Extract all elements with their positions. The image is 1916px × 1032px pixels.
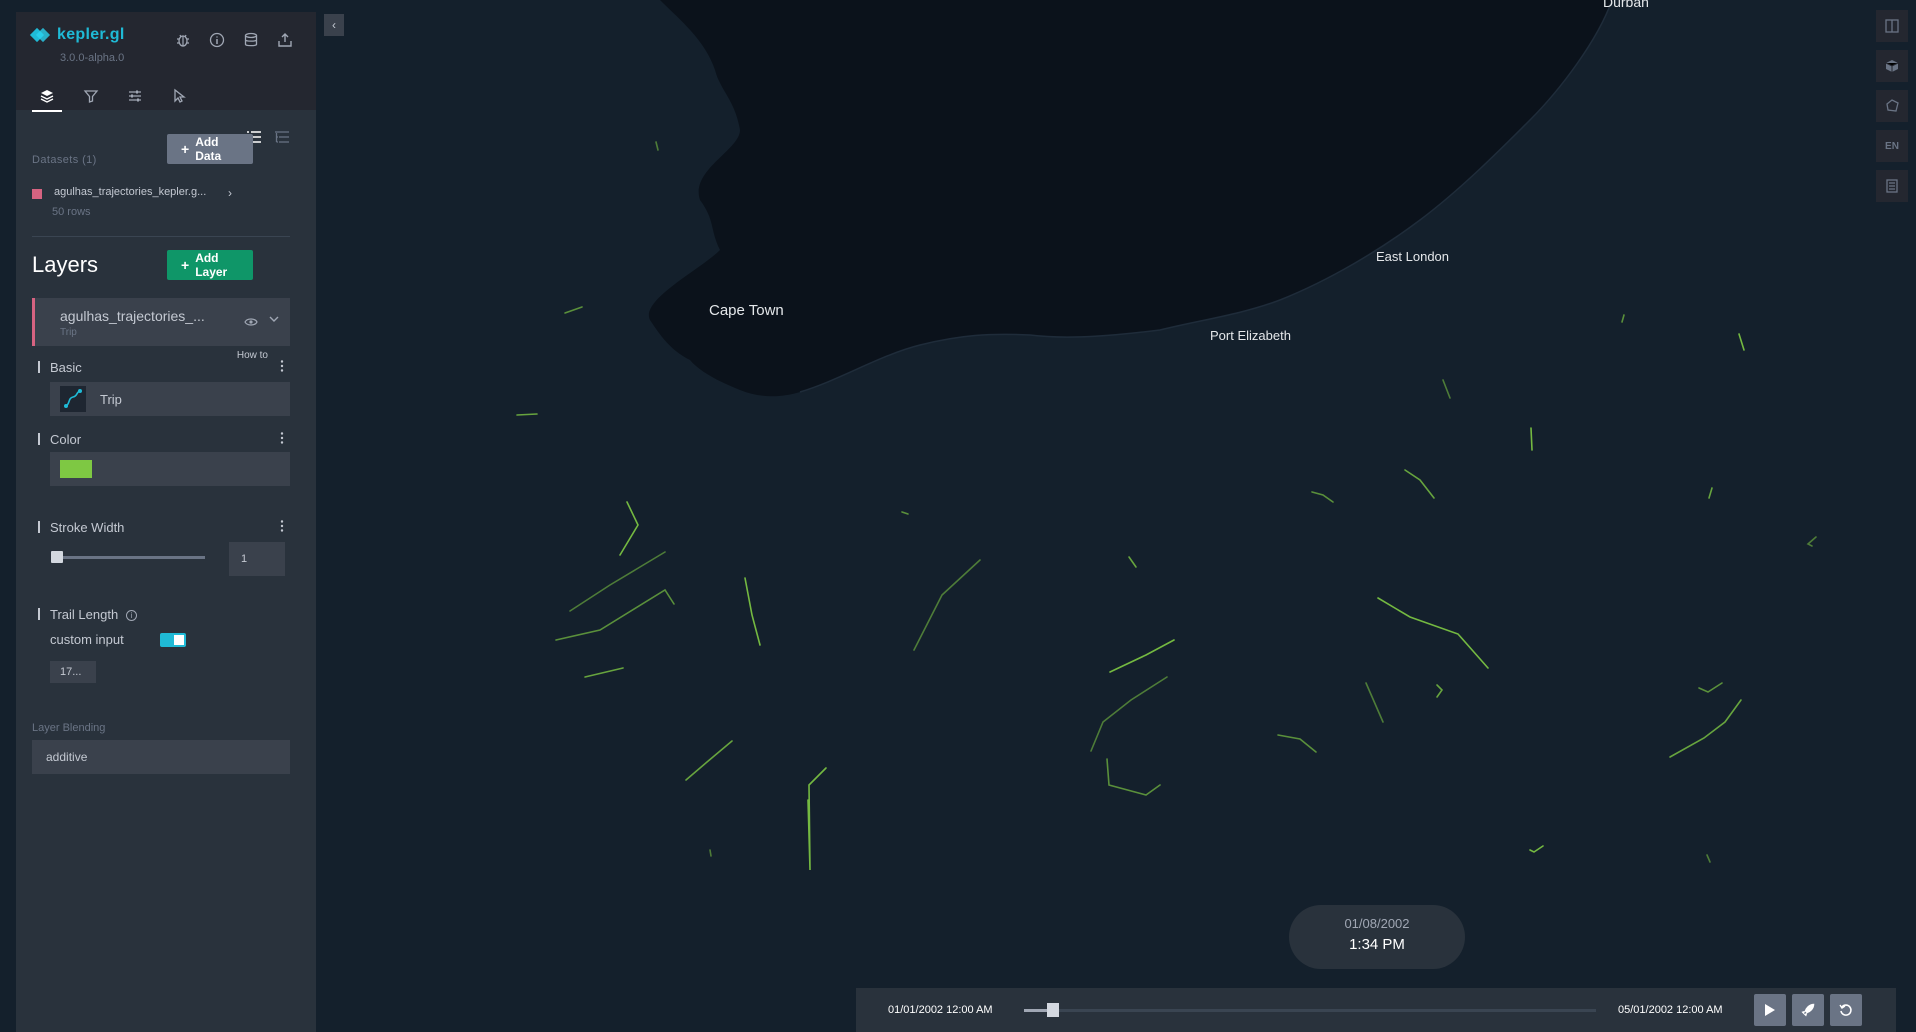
reset-button[interactable]	[1830, 994, 1862, 1026]
color-picker[interactable]	[50, 452, 290, 486]
dataset-row-count: 50 rows	[52, 206, 91, 218]
plus-icon: +	[181, 141, 190, 157]
trip-layer-icon	[60, 386, 86, 412]
stroke-width-title: Stroke Width	[38, 520, 124, 535]
stroke-width-input[interactable]: 1	[229, 542, 285, 576]
stroke-width-slider[interactable]: 1	[32, 542, 290, 576]
timeline-track[interactable]	[1024, 1009, 1596, 1012]
chevron-right-icon[interactable]: ›	[228, 186, 232, 200]
3d-view-icon	[1885, 60, 1899, 72]
city-label-cape-town: Cape Town	[709, 302, 784, 319]
add-data-label: Add Data	[195, 135, 222, 163]
chevron-left-icon: ‹	[332, 18, 336, 32]
chevron-down-icon[interactable]	[268, 312, 280, 330]
collapse-panel-button[interactable]: ‹	[324, 14, 344, 36]
layer-blending-label: Layer Blending	[32, 722, 106, 734]
trajectory-path	[709, 849, 712, 857]
draw-polygon-button[interactable]	[1876, 90, 1908, 122]
speed-button[interactable]	[1792, 994, 1824, 1026]
dataset-name: agulhas_trajectories_kepler.g...	[54, 186, 207, 198]
slider-handle[interactable]	[51, 551, 63, 563]
datasets-label: Datasets (1)	[32, 154, 97, 166]
app-name: kepler.gl	[57, 26, 125, 43]
plus-icon: +	[181, 257, 190, 273]
current-date: 01/08/2002	[1344, 916, 1410, 931]
slider-track	[52, 556, 205, 559]
city-label-east-london: East London	[1376, 249, 1450, 264]
timeline-handle[interactable]	[1046, 1003, 1059, 1017]
how-to-link[interactable]: How to	[237, 350, 268, 361]
cursor-icon	[174, 88, 186, 103]
database-icon[interactable]	[240, 29, 262, 51]
kepler-logo-icon	[29, 27, 51, 43]
header-actions	[172, 29, 296, 51]
panel-tabs	[32, 82, 194, 112]
timeline-end: 05/01/2002 12:00 AM	[1618, 1004, 1723, 1016]
play-button[interactable]	[1754, 994, 1786, 1026]
custom-input-label: custom input	[50, 632, 124, 647]
app-version: 3.0.0-alpha.0	[60, 52, 125, 64]
tab-interactions[interactable]	[120, 82, 150, 110]
tab-filters[interactable]	[76, 82, 106, 110]
info-icon[interactable]	[206, 29, 228, 51]
more-vertical-icon[interactable]	[280, 359, 284, 377]
layer-name[interactable]: agulhas_trajectories_...	[60, 308, 210, 324]
add-layer-button[interactable]: + Add Layer	[167, 250, 253, 280]
layer-type: Trip	[60, 327, 77, 338]
panel-header: kepler.gl 3.0.0-alpha.0	[16, 12, 316, 112]
layers-title: Layers	[32, 252, 99, 277]
locale-button[interactable]: EN	[1876, 130, 1908, 162]
sliders-icon	[129, 90, 141, 102]
color-title: Color	[38, 432, 81, 447]
trail-length-title: Trail Length i	[38, 607, 138, 622]
share-icon[interactable]	[274, 29, 296, 51]
trail-length-label: Trail Length	[50, 607, 119, 622]
legend-button[interactable]	[1876, 170, 1908, 202]
trajectory-path	[1530, 427, 1533, 451]
legend-icon	[1886, 179, 1898, 193]
basic-title: Basic	[38, 360, 82, 375]
city-label-port-elizabeth: Port Elizabeth	[1210, 328, 1291, 343]
info-icon[interactable]: i	[126, 610, 138, 622]
draw-polygon-icon	[1886, 99, 1899, 112]
reset-icon	[1839, 1004, 1852, 1016]
tab-base-map[interactable]	[164, 82, 194, 110]
split-map-button[interactable]	[1876, 10, 1908, 42]
layer-type-selector[interactable]: Trip	[50, 382, 290, 416]
side-panel: kepler.gl 3.0.0-alpha.0 Datasets (1) + A…	[16, 12, 316, 1032]
rocket-icon	[1801, 1003, 1815, 1017]
bug-icon[interactable]	[172, 29, 194, 51]
add-data-button[interactable]: + Add Data	[167, 134, 253, 164]
split-map-icon	[1885, 19, 1899, 33]
app-logo: kepler.gl	[29, 26, 125, 44]
custom-input-toggle[interactable]	[160, 633, 186, 647]
layer-panel-header[interactable]: agulhas_trajectories_... Trip	[32, 298, 290, 346]
current-time-display: 01/08/2002 1:34 PM	[1289, 905, 1465, 969]
eye-icon[interactable]	[244, 314, 258, 332]
trail-length-input[interactable]: 17...	[50, 661, 96, 683]
sorted-list-icon[interactable]	[274, 130, 290, 149]
filter-icon	[83, 90, 99, 103]
current-clock: 1:34 PM	[1349, 936, 1405, 953]
color-swatch	[60, 460, 92, 478]
more-vertical-icon[interactable]	[280, 519, 284, 537]
time-range-slider: 01/01/2002 12:00 AM 05/01/2002 12:00 AM	[856, 988, 1896, 1032]
layers-icon	[40, 90, 54, 103]
app-root: Durban East London Cape Town Port Elizab…	[0, 0, 1916, 1032]
layer-blending-select[interactable]: additive	[32, 740, 290, 774]
dataset-color-swatch	[32, 189, 42, 199]
trajectory-path	[516, 413, 538, 416]
layer-type-label: Trip	[100, 392, 122, 407]
tab-layers[interactable]	[32, 82, 62, 112]
3d-view-button[interactable]	[1876, 50, 1908, 82]
add-layer-label: Add Layer	[195, 251, 228, 279]
section-divider	[32, 236, 290, 237]
timeline-start: 01/01/2002 12:00 AM	[888, 1004, 993, 1016]
more-vertical-icon[interactable]	[280, 431, 284, 449]
map-controls: EN	[1876, 10, 1908, 202]
city-label-durban: Durban	[1603, 0, 1649, 10]
play-icon	[1765, 1004, 1775, 1016]
